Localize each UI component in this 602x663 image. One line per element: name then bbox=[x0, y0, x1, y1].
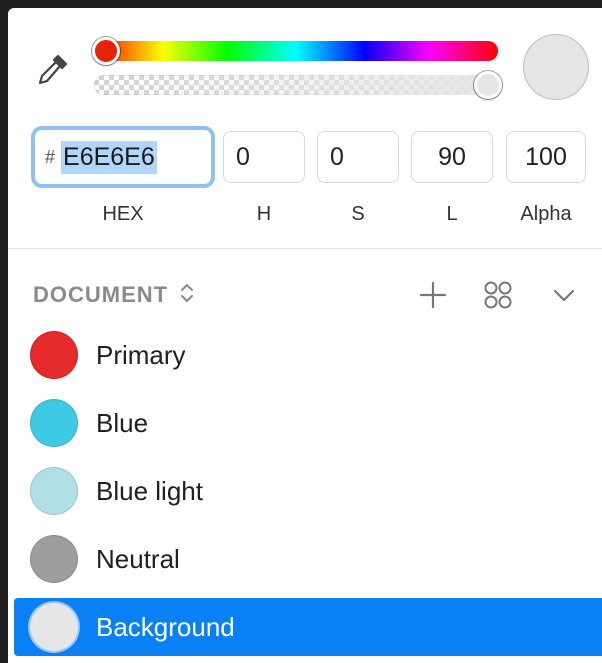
color-preview-swatch bbox=[523, 34, 589, 100]
eyedropper-icon[interactable] bbox=[32, 50, 72, 90]
hex-input[interactable]: # E6E6E6 bbox=[31, 126, 215, 188]
lightness-label: L bbox=[446, 203, 458, 225]
hex-value[interactable]: E6E6E6 bbox=[61, 140, 157, 174]
plus-icon[interactable] bbox=[415, 278, 451, 312]
color-item-blue[interactable]: Blue bbox=[14, 394, 602, 452]
hue-input[interactable]: 0 bbox=[223, 131, 305, 183]
saturation-input[interactable]: 0 bbox=[317, 131, 399, 183]
color-name: Neutral bbox=[96, 543, 180, 574]
color-swatch bbox=[30, 467, 78, 515]
color-item-background[interactable]: Background bbox=[14, 598, 602, 656]
hex-prefix: # bbox=[45, 146, 56, 167]
alpha-input[interactable]: 100 bbox=[506, 131, 586, 183]
hue-slider-thumb[interactable] bbox=[92, 37, 120, 65]
alpha-slider[interactable] bbox=[94, 75, 498, 95]
color-item-blue-light[interactable]: Blue light bbox=[14, 462, 602, 520]
color-name: Blue bbox=[96, 407, 149, 438]
chevron-down-icon[interactable] bbox=[546, 278, 582, 312]
document-title: DOCUMENT bbox=[33, 282, 169, 307]
alpha-slider-thumb[interactable] bbox=[474, 71, 502, 99]
document-library-selector[interactable]: DOCUMENT bbox=[33, 280, 196, 310]
hue-label: H bbox=[256, 203, 272, 225]
color-name: Primary bbox=[96, 339, 186, 370]
color-item-neutral[interactable]: Neutral bbox=[14, 530, 602, 588]
color-swatch bbox=[30, 535, 78, 583]
hex-label: HEX bbox=[102, 203, 144, 225]
color-swatch bbox=[30, 399, 78, 447]
color-picker-panel: # E6E6E6 0 0 90 100 HEX H S L Alpha DOCU… bbox=[8, 8, 602, 663]
section-divider bbox=[8, 248, 602, 249]
color-item-primary[interactable]: Primary bbox=[14, 326, 602, 384]
color-name: Blue light bbox=[96, 475, 203, 506]
hue-slider[interactable] bbox=[94, 41, 498, 61]
lightness-input[interactable]: 90 bbox=[411, 131, 493, 183]
saturation-label: S bbox=[351, 203, 365, 225]
color-swatch bbox=[30, 331, 78, 379]
color-swatch bbox=[30, 603, 78, 651]
alpha-label: Alpha bbox=[520, 203, 572, 225]
color-name: Background bbox=[96, 611, 235, 642]
grid-view-icon[interactable] bbox=[480, 278, 516, 312]
up-down-chevron-icon bbox=[178, 280, 196, 311]
